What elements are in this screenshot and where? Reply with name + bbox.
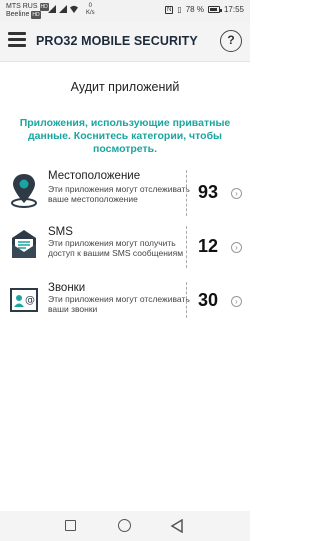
- app-bar: PRO32 MOBILE SECURITY ?: [0, 22, 250, 62]
- category-title: Местоположение: [48, 170, 141, 182]
- status-bar: MTS RUS HD Beeline HD 0 K/s N ▯ 78 % 17:…: [0, 0, 250, 22]
- home-icon[interactable]: [118, 519, 131, 532]
- wifi-icon: [70, 5, 78, 13]
- help-button[interactable]: ?: [220, 30, 242, 52]
- category-sms[interactable]: SMS Эти приложения могут получить доступ…: [0, 226, 250, 282]
- recent-apps-icon[interactable]: [65, 520, 76, 531]
- battery-fill: [209, 8, 217, 11]
- chevron-right-icon: ›: [231, 242, 242, 253]
- location-pin-icon: [11, 174, 37, 208]
- page-title: Аудит приложений: [70, 80, 180, 94]
- divider: [186, 170, 187, 216]
- category-description: Эти приложения могут отслеживать ваше ме…: [48, 184, 190, 204]
- hamburger-menu-icon[interactable]: [8, 32, 26, 50]
- app-logo: PRO32 MOBILE SECURITY: [36, 34, 198, 48]
- signal-icon: [59, 5, 67, 13]
- network-speed-value: 0: [88, 3, 92, 9]
- category-description: Эти приложения могут получить доступ к в…: [48, 238, 184, 258]
- category-location[interactable]: Местоположение Эти приложения могут отсл…: [0, 170, 250, 226]
- category-description: Эти приложения могут отслеживать ваши зв…: [48, 294, 190, 314]
- clock: 17:55: [223, 5, 244, 14]
- page-subtitle: Приложения, использующие приватные данны…: [19, 117, 231, 155]
- divider: [186, 226, 187, 268]
- envelope-icon: [12, 230, 36, 258]
- back-icon[interactable]: [170, 519, 184, 533]
- carrier-2-tag: HD: [31, 11, 41, 19]
- system-nav-bar: [0, 511, 250, 541]
- category-calls[interactable]: @ Звонки Эти приложения могут отслеживат…: [0, 282, 250, 338]
- battery-icon: [207, 6, 222, 13]
- network-speed-unit: K/s: [86, 10, 95, 16]
- category-title: Звонки: [48, 282, 86, 294]
- carrier-info: MTS RUS HD Beeline HD: [6, 3, 49, 19]
- vibrate-icon: ▯: [177, 5, 182, 14]
- category-title: SMS: [48, 226, 73, 238]
- chevron-right-icon: ›: [231, 296, 242, 307]
- carrier-1: MTS RUS: [6, 3, 38, 10]
- signal-icon: [48, 5, 56, 13]
- svg-text:@: @: [25, 295, 35, 306]
- contact-card-icon: @: [10, 288, 38, 312]
- status-right: N ▯ 78 % 17:55: [164, 5, 244, 14]
- battery-percent: 78 %: [185, 5, 204, 14]
- signal-icons: [48, 5, 78, 13]
- chevron-right-icon: ›: [231, 188, 242, 199]
- category-count: 93: [197, 182, 219, 202]
- network-speed: 0 K/s: [86, 3, 95, 17]
- category-count: 30: [197, 290, 219, 310]
- divider: [186, 282, 187, 318]
- nfc-icon: N: [164, 5, 174, 14]
- carrier-2: Beeline: [6, 11, 30, 18]
- category-count: 12: [197, 236, 219, 256]
